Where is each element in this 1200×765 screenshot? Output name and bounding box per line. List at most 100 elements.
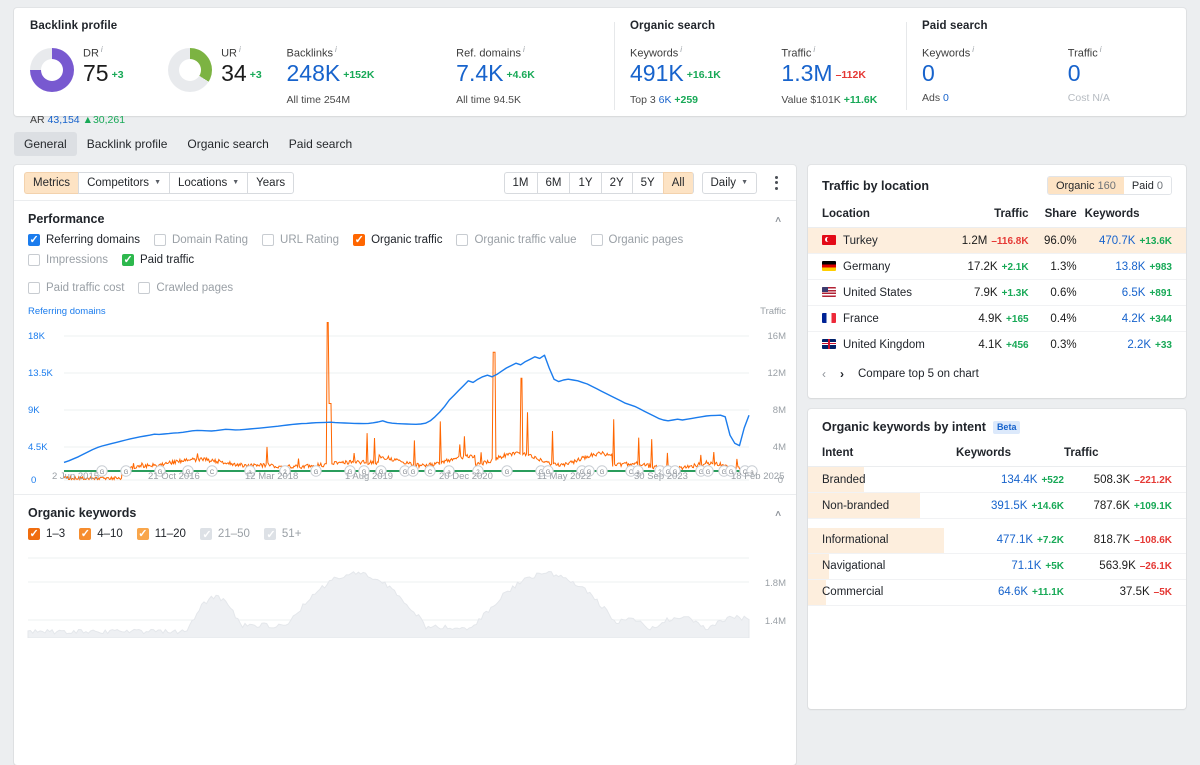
collapse-chevron-icon[interactable]: ∧ <box>774 508 782 518</box>
range-1m[interactable]: 1M <box>503 171 537 194</box>
organic-keywords-chart[interactable]: 1.8M 1.4M <box>14 554 796 638</box>
range-5y[interactable]: 5Y <box>631 171 663 194</box>
tab-general[interactable]: General <box>14 132 77 156</box>
cell-keywords: 64.6K +11.1K <box>956 579 1064 606</box>
metric-sub: Value $101K +11.6K <box>781 93 878 106</box>
cell-keywords: 2.2K +33 <box>1127 338 1172 351</box>
beta-badge: Beta <box>992 420 1021 434</box>
granularity-dropdown[interactable]: Daily ▼ <box>701 171 757 194</box>
table-row[interactable]: Informational 477.1K +7.2K 818.7K –108.6K <box>808 527 1186 554</box>
table-row[interactable]: United Kingdom 4.1K +456 0.3% 2.2K +33 <box>808 332 1186 358</box>
cell-location[interactable]: Germany <box>808 253 925 280</box>
range-1y[interactable]: 1Y <box>569 171 601 194</box>
more-options-icon[interactable] <box>766 175 786 190</box>
table-row[interactable]: United States 7.9K +1.3K 0.6% 6.5K +891 <box>808 279 1186 306</box>
flag-icon-fr <box>822 312 836 323</box>
info-icon[interactable]: i <box>1100 45 1102 54</box>
competitors-button[interactable]: Competitors ▼ <box>78 171 169 194</box>
col-traffic[interactable]: Traffic <box>1064 443 1186 467</box>
checkbox-organic-pages[interactable]: Organic pages <box>590 234 683 246</box>
ar-value[interactable]: 43,154 <box>48 114 80 126</box>
cell-traffic: 1.2M –116.8K <box>924 227 1029 254</box>
col-share[interactable]: Share <box>1028 204 1077 228</box>
tab-paid-search[interactable]: Paid search <box>279 132 362 156</box>
cell-traffic: 818.7K –108.6K <box>1064 527 1186 554</box>
checkbox-organic-traffic[interactable]: Organic traffic <box>353 233 442 247</box>
checkbox-pos-1-3[interactable]: 1–3 <box>28 527 65 541</box>
info-icon[interactable]: i <box>101 45 103 54</box>
cell-intent[interactable]: Non-branded <box>808 492 956 519</box>
table-row[interactable]: Branded 134.4K +522 508.3K –221.2K <box>808 466 1186 493</box>
toggle-paid[interactable]: Paid 0 <box>1123 177 1171 194</box>
metric-value: 1.3M –112K <box>781 59 866 86</box>
svg-text:G: G <box>600 469 605 476</box>
collapse-chevron-icon[interactable]: ∧ <box>774 214 782 224</box>
metrics-button[interactable]: Metrics <box>24 171 79 194</box>
checkbox-pos-11-20[interactable]: 11–20 <box>136 527 186 541</box>
prev-page-icon[interactable]: ‹ <box>822 367 826 381</box>
info-icon[interactable]: i <box>972 45 974 54</box>
checkbox-box <box>199 528 212 542</box>
next-page-icon[interactable]: › <box>840 367 844 381</box>
col-keywords[interactable]: Keywords <box>956 443 1064 467</box>
performance-title: Performance <box>28 212 105 226</box>
range-6m[interactable]: 6M <box>536 171 570 194</box>
checkbox-impressions[interactable]: Impressions <box>28 254 108 266</box>
info-icon[interactable]: i <box>335 45 337 54</box>
metric-value: 0 <box>1067 59 1081 86</box>
years-button[interactable]: Years <box>247 171 295 194</box>
traffic-by-location-table: Location Traffic Share Keywords Turkey 1… <box>808 204 1186 357</box>
svg-text:C: C <box>428 469 433 476</box>
checkbox-paid-traffic[interactable]: Paid traffic <box>122 253 194 267</box>
locations-button[interactable]: Locations ▼ <box>169 171 248 194</box>
filter-button-group: Metrics Competitors ▼ Locations ▼ Years <box>24 171 295 194</box>
table-row[interactable]: Germany 17.2K +2.1K 1.3% 13.8K +983 <box>808 253 1186 280</box>
cell-traffic: 17.2K +2.1K <box>924 253 1029 280</box>
checkbox-paid-traffic-cost[interactable]: Paid traffic cost <box>28 282 124 294</box>
info-icon[interactable]: i <box>680 45 682 54</box>
xtick-3: 1 Aug 2019 <box>345 471 394 482</box>
performance-chart[interactable]: Referring domains Traffic 18K 13.5K 9K 4… <box>14 306 796 490</box>
metric-paid-keywords: Keywords i 0 Ads 0 <box>922 45 1068 104</box>
cell-location[interactable]: United Kingdom <box>808 332 925 358</box>
table-row[interactable]: Commercial 64.6K +11.1K 37.5K –5K <box>808 579 1186 606</box>
table-row[interactable]: Non-branded 391.5K +14.6K 787.6K +109.1K <box>808 492 1186 519</box>
col-traffic[interactable]: Traffic <box>924 204 1029 228</box>
table-row[interactable]: Navigational 71.1K +5K 563.9K –26.1K <box>808 553 1186 580</box>
toggle-organic[interactable]: Organic 160 <box>1047 177 1124 194</box>
range-2y[interactable]: 2Y <box>600 171 632 194</box>
checkbox-domain-rating[interactable]: Domain Rating <box>153 234 248 246</box>
compare-top-5-link[interactable]: Compare top 5 on chart <box>858 368 979 380</box>
checkbox-box <box>353 233 366 247</box>
col-intent[interactable]: Intent <box>808 443 956 467</box>
cell-location[interactable]: Turkey <box>808 227 925 254</box>
info-icon[interactable]: i <box>523 45 525 54</box>
cell-location[interactable]: United States <box>808 279 925 306</box>
info-icon[interactable]: i <box>813 45 815 54</box>
cell-intent[interactable]: Branded <box>808 466 956 493</box>
tab-backlink-profile[interactable]: Backlink profile <box>77 132 178 156</box>
tab-organic-search[interactable]: Organic search <box>177 132 278 156</box>
table-row[interactable]: Turkey 1.2M –116.8K 96.0% 470.7K +13.6K <box>808 227 1186 254</box>
checkbox-pos-51-plus[interactable]: 51+ <box>263 528 301 542</box>
cell-intent[interactable]: Navigational <box>808 553 956 580</box>
cell-intent[interactable]: Commercial <box>808 579 956 606</box>
svg-text:G: G <box>403 469 408 476</box>
info-icon[interactable]: i <box>239 45 241 54</box>
checkbox-box <box>28 282 40 294</box>
col-keywords[interactable]: Keywords <box>1076 204 1186 228</box>
col-location[interactable]: Location <box>808 204 925 228</box>
range-all[interactable]: All <box>662 171 694 194</box>
checkbox-box <box>79 527 92 541</box>
checkbox-referring-domains[interactable]: Referring domains <box>28 233 140 247</box>
cell-intent[interactable]: Informational <box>808 527 956 554</box>
cell-location[interactable]: France <box>808 305 925 332</box>
checkbox-url-rating[interactable]: URL Rating <box>262 234 339 246</box>
table-row[interactable]: France 4.9K +165 0.4% 4.2K +344 <box>808 305 1186 332</box>
checkbox-organic-traffic-value[interactable]: Organic traffic value <box>456 234 577 246</box>
flag-icon-gb <box>822 338 836 349</box>
checkbox-pos-4-10[interactable]: 4–10 <box>79 527 123 541</box>
checkbox-pos-21-50[interactable]: 21–50 <box>199 528 250 542</box>
checkbox-crawled-pages[interactable]: Crawled pages <box>138 282 233 294</box>
metric-label: DR i <box>83 45 103 60</box>
